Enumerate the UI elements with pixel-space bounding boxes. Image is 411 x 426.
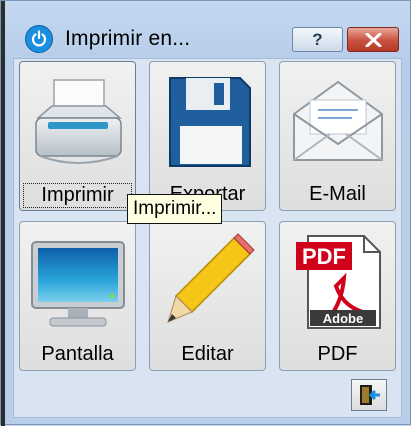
tile-imprimir[interactable]: Imprimir xyxy=(19,61,136,211)
monitor-icon xyxy=(31,241,125,327)
tooltip: Imprimir... xyxy=(127,194,223,224)
tile-label: Pantalla xyxy=(41,343,114,365)
printer-icon xyxy=(35,79,123,164)
floppy-disk-icon xyxy=(169,77,251,167)
adobe-brand-text: Adobe xyxy=(323,311,363,326)
pdf-badge-text: PDF xyxy=(302,244,346,269)
help-button[interactable]: ? xyxy=(292,27,343,52)
tile-pdf[interactable]: PDF Adobe PDF xyxy=(279,221,396,371)
window-left-edge xyxy=(1,1,5,426)
tile-label: PDF xyxy=(317,343,358,365)
envelope-icon xyxy=(293,80,383,161)
help-question-icon: ? xyxy=(312,30,323,49)
tile-editar[interactable]: Editar xyxy=(149,221,266,371)
exit-door-icon xyxy=(360,385,380,405)
window-title: Imprimir en... xyxy=(65,27,191,50)
tile-label: E-Mail xyxy=(309,183,366,205)
close-x-icon xyxy=(365,33,382,47)
pencil-icon xyxy=(167,233,255,323)
tile-pantalla[interactable]: Pantalla xyxy=(19,221,136,371)
exit-button[interactable] xyxy=(351,379,387,411)
close-button[interactable] xyxy=(347,27,399,52)
power-icon xyxy=(25,25,53,53)
title-bar[interactable]: Imprimir en... ? xyxy=(5,1,410,57)
tile-label: Editar xyxy=(181,343,234,365)
tile-exportar[interactable]: Exportar xyxy=(149,61,266,211)
pdf-document-icon: PDF Adobe xyxy=(296,235,381,329)
tile-email[interactable]: E-Mail xyxy=(279,61,396,211)
print-dialog-window: Imprimir en... ? Imprimir E-Mail Pantall… xyxy=(0,0,411,426)
tile-label: Imprimir xyxy=(23,183,132,208)
